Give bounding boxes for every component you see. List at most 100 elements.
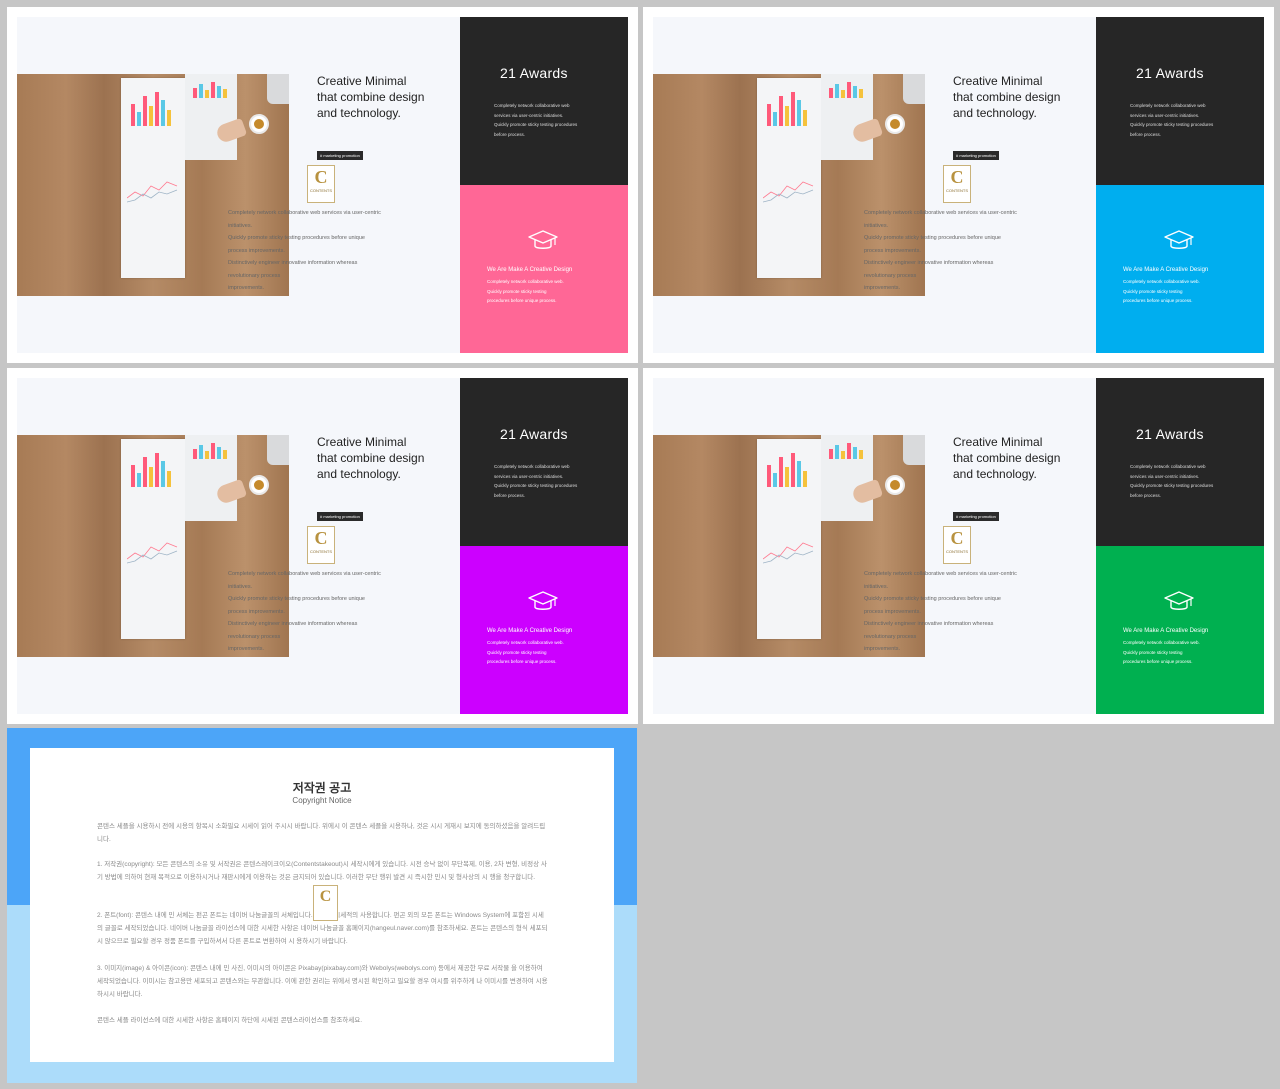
chart-paper-secondary: [185, 74, 237, 160]
headline: Creative Minimal that combine design and…: [953, 73, 1093, 121]
awards-line: Quickly promote sticky testing procedure…: [1130, 122, 1214, 127]
awards-body: Completely network collaborative web ser…: [494, 101, 594, 139]
body-line: Completely network collaborative web ser…: [864, 210, 1017, 216]
body-line: improvements.: [228, 285, 265, 291]
body-line: Completely network collaborative web ser…: [864, 571, 1017, 577]
awards-line: Quickly promote sticky testing procedure…: [1130, 483, 1214, 488]
body-line: Distinctively engineer innovative inform…: [228, 260, 358, 266]
awards-line: Completely network collaborative web: [1130, 464, 1206, 469]
accent-body: Completely network collaborative web. Qu…: [487, 277, 597, 306]
awards-panel: 21 Awards Completely network collaborati…: [460, 378, 628, 546]
notice-paragraph: 콘텐스 세플 라이선스에 대한 시세한 사항은 홈페이지 하단에 시세된 콘텐스…: [97, 1017, 363, 1024]
line-chart-graphic: [127, 542, 178, 564]
notice-subtitle: Copyright Notice: [292, 796, 352, 805]
slide-thumbnail[interactable]: Creative Minimal that combine design and…: [643, 368, 1274, 724]
body-line: revolutionary process: [228, 633, 281, 640]
accent-panel: We Are Make A Creative Design Completely…: [1096, 185, 1264, 353]
logo-letter: C: [314, 528, 328, 548]
notice-paragraph: 콘텐스 세플을 시용하시 전에 시용의 항목시 소화필요 시세이 읽어 주시시 …: [97, 823, 546, 843]
awards-line: before process.: [1130, 492, 1162, 498]
slide-canvas: Creative Minimal that combine design and…: [653, 378, 1264, 714]
chart-paper-secondary: [821, 435, 873, 521]
notice-paragraph: 3. 이미지(image) & 아이콘(icon): 콘텐스 내에 민 사진, …: [97, 965, 548, 998]
slide-thumbnail[interactable]: Creative Minimal that combine design and…: [7, 7, 638, 363]
chart-paper: [121, 78, 185, 278]
awards-line: Quickly promote sticky testing procedure…: [494, 483, 578, 488]
contents-logo: C CONTENTS: [307, 165, 335, 203]
awards-body: Completely network collaborative web ser…: [494, 462, 594, 500]
coffee-cup-graphic: [249, 475, 269, 495]
body-line: Quickly promote sticky testing procedure…: [864, 596, 1001, 602]
accent-line: procedures before unique process.: [1123, 659, 1193, 664]
awards-line: Completely network collaborative web: [494, 464, 570, 469]
laptop-corner-graphic: [267, 435, 289, 465]
slide-canvas: Creative Minimal that combine design and…: [17, 378, 628, 714]
awards-line: services via user-centric initiatives.: [494, 473, 564, 479]
headline: Creative Minimal that combine design and…: [953, 434, 1093, 482]
awards-line: Completely network collaborative web: [494, 103, 570, 108]
body-line: process improvements.: [228, 608, 285, 615]
coffee-cup-graphic: [885, 114, 905, 134]
chart-paper: [757, 78, 821, 278]
graduation-cap-icon: [1164, 230, 1194, 249]
chart-paper-secondary: [821, 74, 873, 160]
bar-chart-graphic: [129, 90, 179, 126]
body-line: process improvements.: [228, 247, 285, 254]
body-line: initiatives.: [228, 583, 253, 590]
notice-title: 저작권 공고: [292, 781, 352, 795]
accent-body: Completely network collaborative web. Qu…: [1123, 638, 1233, 667]
awards-line: services via user-centric initiatives.: [1130, 473, 1200, 479]
body-line: revolutionary process: [228, 272, 281, 279]
line-chart-graphic: [763, 542, 814, 564]
accent-panel: We Are Make A Creative Design Completely…: [460, 546, 628, 714]
accent-title: We Are Make A Creative Design: [487, 267, 573, 273]
headline-line: that combine design: [953, 90, 1061, 104]
body-copy: Completely network collaborative web ser…: [864, 568, 1054, 656]
headline-line: and technology.: [317, 106, 401, 120]
logo-letter: C: [314, 167, 328, 187]
graduation-cap-icon: [1164, 591, 1194, 610]
accent-title: We Are Make A Creative Design: [1123, 628, 1209, 634]
notice-card: 저작권 공고 Copyright Notice 콘텐스 세플을 시용하시 전에 …: [30, 748, 614, 1062]
tag-badge: # marketing promotion: [317, 512, 363, 521]
body-line: Quickly promote sticky testing procedure…: [228, 235, 365, 241]
body-line: improvements.: [228, 646, 265, 652]
body-copy: Completely network collaborative web ser…: [228, 568, 418, 656]
awards-panel: 21 Awards Completely network collaborati…: [1096, 17, 1264, 185]
body-line: Quickly promote sticky testing procedure…: [864, 235, 1001, 241]
body-line: Distinctively engineer innovative inform…: [864, 621, 994, 627]
headline-line: and technology.: [317, 467, 401, 481]
bar-chart-graphic: [129, 451, 179, 487]
accent-panel: We Are Make A Creative Design Completely…: [460, 185, 628, 353]
headline: Creative Minimal that combine design and…: [317, 73, 457, 121]
body-line: revolutionary process: [864, 272, 917, 279]
accent-line: procedures before unique process.: [487, 659, 557, 664]
headline-line: Creative Minimal: [317, 74, 407, 88]
body-line: process improvements.: [864, 247, 921, 254]
graduation-cap-icon: [528, 591, 558, 610]
headline-line: that combine design: [317, 90, 425, 104]
awards-body: Completely network collaborative web ser…: [1130, 462, 1230, 500]
slide-canvas: Creative Minimal that combine design and…: [17, 17, 628, 353]
awards-panel: 21 Awards Completely network collaborati…: [1096, 378, 1264, 546]
accent-line: Completely network collaborative web.: [1123, 279, 1200, 284]
accent-line: procedures before unique process.: [1123, 298, 1193, 303]
accent-line: procedures before unique process.: [487, 298, 557, 303]
accent-title: We Are Make A Creative Design: [487, 628, 573, 634]
body-line: initiatives.: [864, 583, 889, 590]
slide-thumbnail[interactable]: Creative Minimal that combine design and…: [643, 7, 1274, 363]
contents-logo: C: [313, 885, 338, 921]
body-line: Distinctively engineer innovative inform…: [228, 621, 358, 627]
headline-line: that combine design: [317, 451, 425, 465]
awards-line: Quickly promote sticky testing procedure…: [494, 122, 578, 127]
line-chart-graphic: [127, 181, 178, 203]
body-line: process improvements.: [864, 608, 921, 615]
body-line: Completely network collaborative web ser…: [228, 210, 381, 216]
copyright-notice-slide[interactable]: 저작권 공고 Copyright Notice 콘텐스 세플을 시용하시 전에 …: [7, 728, 637, 1083]
awards-line: before process.: [494, 492, 526, 498]
accent-line: Quickly promote sticky testing: [1123, 288, 1183, 294]
slide-thumbnail[interactable]: Creative Minimal that combine design and…: [7, 368, 638, 724]
accent-line: Quickly promote sticky testing: [1123, 649, 1183, 655]
headline-line: Creative Minimal: [317, 435, 407, 449]
headline: Creative Minimal that combine design and…: [317, 434, 457, 482]
